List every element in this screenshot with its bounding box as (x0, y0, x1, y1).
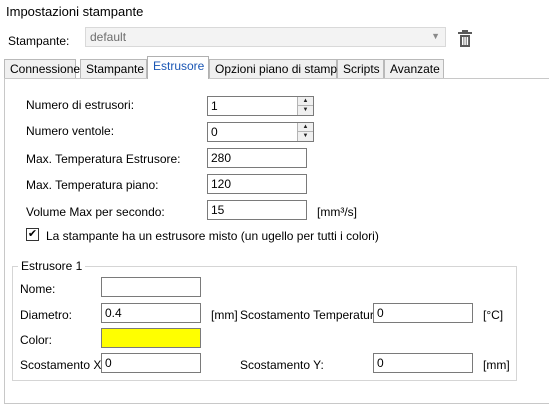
num-extruders-label: Numero di estrusori: (26, 98, 135, 112)
tab-estrusore[interactable]: Estrusore (147, 56, 209, 79)
max-volume-label: Volume Max per secondo: (26, 205, 165, 219)
printer-label: Stampante: (8, 34, 70, 48)
num-fans-label: Numero ventole: (26, 124, 115, 138)
color-picker[interactable] (101, 328, 201, 348)
extruder1-group-title: Estrusore 1 (18, 259, 86, 273)
diameter-input[interactable]: 0.4 (101, 303, 201, 323)
mixing-extruder-checkbox[interactable]: ✔ (26, 228, 39, 241)
max-temp-label: Max. Temperatura Estrusore: (26, 152, 181, 166)
checkmark-icon: ✔ (27, 228, 38, 240)
name-input[interactable] (101, 277, 201, 297)
color-label: Color: (20, 333, 53, 347)
num-fans-value: 0 (211, 125, 218, 139)
spin-up-icon[interactable]: ▲ (298, 97, 313, 106)
spin-down-icon[interactable]: ▼ (298, 132, 313, 141)
tab-scripts[interactable]: Scripts (337, 59, 384, 79)
tab-avanzate[interactable]: Avanzate (384, 59, 444, 79)
num-extruders-stepper[interactable]: 1 ▲ ▼ (207, 96, 314, 116)
diameter-unit: [mm] (211, 308, 238, 322)
window-title: Impostazioni stampante (6, 4, 144, 19)
offset-y-label: Scostamento Y: (240, 358, 324, 372)
spin-down-icon[interactable]: ▼ (298, 106, 313, 115)
spin-up-icon[interactable]: ▲ (298, 123, 313, 132)
max-volume-input[interactable]: 15 (207, 200, 307, 220)
tab-opzioni-piano[interactable]: Opzioni piano di stampa (209, 59, 344, 79)
max-temp-input[interactable]: 280 (207, 148, 307, 168)
num-fans-stepper[interactable]: 0 ▲ ▼ (207, 122, 314, 142)
printer-dropdown-value: default (90, 30, 127, 44)
chevron-down-icon: ▼ (431, 31, 440, 41)
tab-stampante[interactable]: Stampante (80, 59, 147, 79)
offset-x-input[interactable]: 0 (101, 353, 201, 373)
max-bed-temp-input[interactable]: 120 (207, 174, 307, 194)
offset-y-input[interactable]: 0 (373, 353, 473, 373)
name-label: Nome: (20, 282, 56, 296)
diameter-label: Diametro: (20, 308, 73, 322)
max-bed-temp-label: Max. Temperatura piano: (26, 178, 159, 192)
delete-printer-button[interactable] (457, 30, 473, 48)
tab-connessione[interactable]: Connessione (4, 59, 80, 79)
offset-x-label: Scostamento X: (20, 358, 105, 372)
mixing-extruder-label: La stampante ha un estrusore misto (un u… (46, 229, 379, 243)
offset-y-unit: [mm] (483, 358, 510, 372)
printer-dropdown[interactable]: default ▼ (85, 27, 446, 47)
temp-offset-input[interactable]: 0 (373, 303, 473, 323)
max-volume-unit: [mm³/s] (317, 205, 357, 219)
num-extruders-value: 1 (211, 99, 218, 113)
trash-icon (458, 30, 472, 47)
temp-offset-unit: [°C] (483, 308, 504, 322)
temp-offset-label: Scostamento Temperatura: (240, 308, 384, 322)
num-extruders-spin[interactable]: ▲ ▼ (297, 97, 313, 115)
num-fans-spin[interactable]: ▲ ▼ (297, 123, 313, 141)
